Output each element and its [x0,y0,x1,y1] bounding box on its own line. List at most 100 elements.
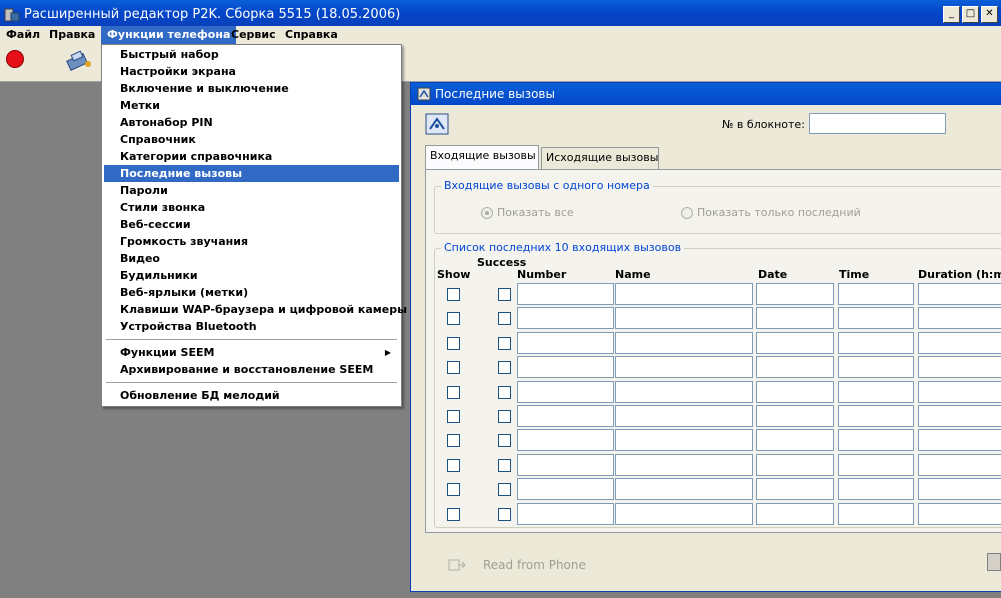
duration-cell[interactable] [918,380,1001,403]
show-checkbox[interactable] [447,410,460,423]
date-cell[interactable] [756,331,834,354]
show-checkbox[interactable] [447,483,460,497]
success-checkbox[interactable] [498,434,511,448]
time-cell[interactable] [838,331,914,354]
success-checkbox[interactable] [498,288,511,301]
time-cell[interactable] [838,356,914,379]
duration-cell[interactable] [918,429,1001,452]
success-checkbox[interactable] [498,361,511,375]
menu-item-web-shortcuts[interactable]: Веб-ярлыки (метки) [104,284,399,301]
date-cell[interactable] [756,453,834,476]
menu-item-bluetooth-devices[interactable]: Устройства Bluetooth [104,318,399,335]
date-cell[interactable] [756,405,834,427]
show-checkbox[interactable] [447,458,460,472]
duration-cell[interactable] [918,502,1001,525]
name-cell[interactable] [615,380,753,403]
date-cell[interactable] [756,380,834,403]
menu-item-phonebook-categories[interactable]: Категории справочника [104,148,399,165]
number-cell[interactable] [517,283,614,305]
time-cell[interactable] [838,502,914,525]
menu-service[interactable]: Сервис [225,26,282,44]
number-cell[interactable] [517,429,614,452]
menu-item-recent-calls[interactable]: Последние вызовы [104,165,399,182]
duration-cell[interactable] [918,283,1001,305]
name-cell[interactable] [615,356,753,379]
menu-item-screen-settings[interactable]: Настройки экрана [104,63,399,80]
menu-phone-functions[interactable]: Функции телефона [101,26,237,44]
name-cell[interactable] [615,283,753,305]
name-cell[interactable] [615,478,753,501]
minimize-button[interactable]: _ [943,6,960,23]
duration-cell[interactable] [918,405,1001,427]
close-button[interactable]: ✕ [981,6,998,23]
menu-item-speed-dial[interactable]: Быстрый набор [104,46,399,63]
number-cell[interactable] [517,453,614,476]
number-cell[interactable] [517,502,614,525]
number-cell[interactable] [517,380,614,403]
calls-toolbar-icon[interactable] [425,113,449,135]
number-cell[interactable] [517,331,614,354]
menu-item-power-on-off[interactable]: Включение и выключение [104,80,399,97]
notebook-number-input[interactable] [809,113,946,134]
menu-item-volume[interactable]: Громкость звучания [104,233,399,250]
show-checkbox[interactable] [447,312,460,326]
success-checkbox[interactable] [498,507,511,521]
show-checkbox[interactable] [447,361,460,375]
menu-item-labels[interactable]: Метки [104,97,399,114]
menu-item-phonebook[interactable]: Справочник [104,131,399,148]
success-checkbox[interactable] [498,385,511,399]
menu-file[interactable]: Файл [0,26,46,44]
time-cell[interactable] [838,405,914,427]
name-cell[interactable] [615,429,753,452]
time-cell[interactable] [838,478,914,501]
show-last-radio[interactable] [681,207,693,219]
show-checkbox[interactable] [447,507,460,521]
menu-item-update-melody-db[interactable]: Обновление БД мелодий [104,387,399,404]
menu-item-wap-camera-keys[interactable]: Клавиши WAP-браузера и цифровой камеры [104,301,407,318]
success-checkbox[interactable] [498,312,511,326]
phone-connect-icon[interactable] [66,49,94,71]
date-cell[interactable] [756,502,834,525]
date-cell[interactable] [756,307,834,330]
success-checkbox[interactable] [498,458,511,472]
name-cell[interactable] [615,331,753,354]
tab-outgoing-calls[interactable]: Исходящие вызовы [541,147,659,169]
success-checkbox[interactable] [498,410,511,423]
menu-item-seem-backup[interactable]: Архивирование и восстановление SEEM [104,361,399,378]
duration-cell[interactable] [918,331,1001,354]
name-cell[interactable] [615,405,753,427]
tab-incoming-calls[interactable]: Входящие вызовы [425,145,539,169]
menu-item-auto-pin[interactable]: Автонабор PIN [104,114,399,131]
time-cell[interactable] [838,453,914,476]
number-cell[interactable] [517,478,614,501]
time-cell[interactable] [838,429,914,452]
show-checkbox[interactable] [447,336,460,350]
read-from-phone-button[interactable]: Read from Phone [447,553,607,577]
show-all-radio[interactable] [481,207,493,219]
number-cell[interactable] [517,405,614,427]
menu-item-passwords[interactable]: Пароли [104,182,399,199]
duration-cell[interactable] [918,356,1001,379]
name-cell[interactable] [615,502,753,525]
menu-edit[interactable]: Правка [43,26,101,44]
show-checkbox[interactable] [447,434,460,448]
time-cell[interactable] [838,283,914,305]
number-cell[interactable] [517,356,614,379]
time-cell[interactable] [838,380,914,403]
number-cell[interactable] [517,307,614,330]
show-checkbox[interactable] [447,288,460,301]
time-cell[interactable] [838,307,914,330]
menu-item-alarms[interactable]: Будильники [104,267,399,284]
menu-item-video[interactable]: Видео [104,250,399,267]
success-checkbox[interactable] [498,336,511,350]
success-checkbox[interactable] [498,483,511,497]
date-cell[interactable] [756,429,834,452]
duration-cell[interactable] [918,478,1001,501]
date-cell[interactable] [756,283,834,305]
maximize-button[interactable]: □ [962,6,979,23]
disconnect-button[interactable] [6,50,24,68]
menu-item-seem-functions[interactable]: Функции SEEM ▶ [104,344,399,361]
window-corner-button[interactable] [987,553,1001,571]
duration-cell[interactable] [918,453,1001,476]
date-cell[interactable] [756,356,834,379]
